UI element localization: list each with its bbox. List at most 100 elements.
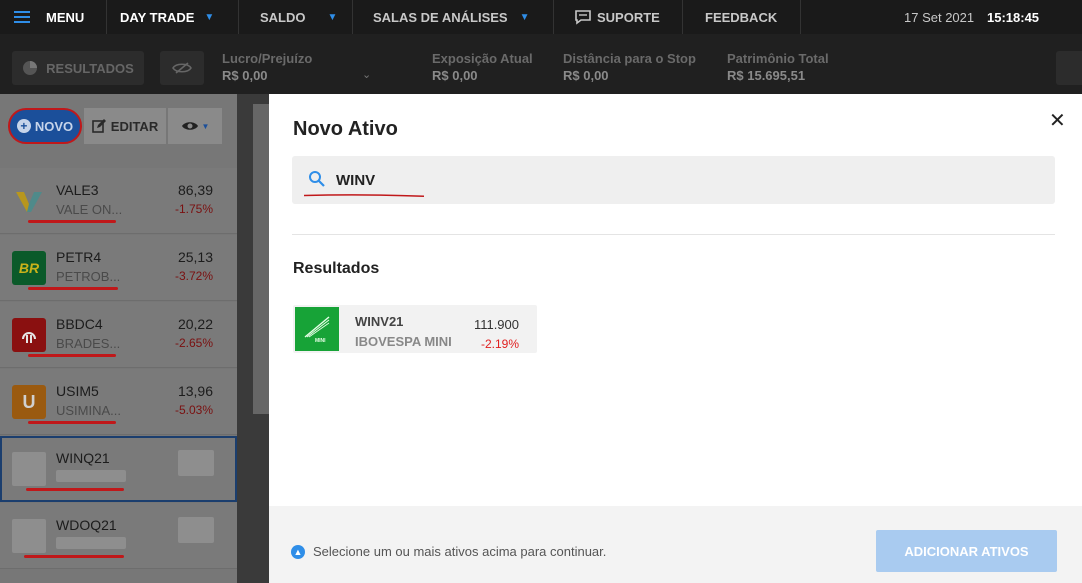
adicionar-ativos-button[interactable]: ADICIONAR ATIVOS (876, 530, 1057, 572)
asset-name: VALE ON... (56, 202, 123, 217)
distancia-stat: Distância para o Stop R$ 0,00 (563, 51, 696, 83)
mini-index-logo-icon: MINI (295, 307, 339, 351)
chevron-up-icon: ▲ (291, 544, 305, 559)
result-ticker: WINV21 (355, 314, 404, 329)
asset-change: -5.03% (174, 403, 213, 417)
list-item[interactable]: BR PETR4 PETROB... 25,13 -3.72% (0, 235, 237, 301)
saldo-dropdown[interactable]: SALDO ▼ (260, 0, 337, 34)
salas-dropdown[interactable]: SALAS DE ANÁLISES ▼ (373, 0, 530, 34)
lucro-label: Lucro/Prejuízo (222, 51, 313, 66)
logo-text: MINI (315, 338, 326, 344)
patrimonio-label: Patrimônio Total (727, 51, 829, 66)
red-underline-annotation (26, 488, 124, 491)
usiminas-logo-icon: U (12, 385, 46, 419)
distancia-value: R$ 0,00 (563, 68, 609, 83)
chevron-down-icon: ▼ (327, 11, 338, 23)
vale-logo-icon (12, 184, 46, 218)
red-underline-annotation (28, 287, 118, 290)
eye-icon (181, 122, 198, 130)
patrimonio-stat: Patrimônio Total R$ 15.695,51 (727, 51, 829, 83)
asset-ticker: VALE3 (56, 182, 99, 198)
results-heading: Resultados (293, 260, 380, 277)
list-item[interactable]: BBDC4 BRADES... 20,22 -2.65% (0, 302, 237, 368)
red-underline-annotation (28, 354, 116, 357)
day-trade-label: DAY TRADE (120, 9, 195, 25)
exposicao-label: Exposição Atual (432, 51, 533, 66)
exposicao-value: R$ 0,00 (432, 68, 478, 83)
hide-values-button[interactable] (160, 51, 204, 85)
chevron-down-icon[interactable]: ⌄ (362, 68, 371, 81)
exposicao-stat: Exposição Atual R$ 0,00 (432, 51, 533, 83)
feedback-label: FEEDBACK (705, 9, 778, 25)
edit-icon (91, 119, 106, 133)
resultados-label: RESULTADOS (46, 60, 134, 76)
asset-price: 20,22 (177, 316, 213, 332)
salas-label: SALAS DE ANÁLISES (373, 9, 508, 25)
search-input[interactable] (336, 166, 936, 194)
view-options-button[interactable]: ▼ (168, 108, 222, 144)
lucro-value: R$ 0,00 (222, 68, 268, 83)
eye-slash-icon (172, 62, 192, 74)
chevron-down-icon: ▼ (204, 11, 215, 23)
result-price: 111.900 (473, 317, 519, 332)
list-item[interactable]: U USIM5 USIMINA... 13,96 -5.03% (0, 369, 237, 435)
dialog-title: Novo Ativo (293, 118, 398, 140)
distancia-label: Distância para o Stop (563, 51, 696, 66)
resultados-button[interactable]: RESULTADOS (12, 51, 144, 85)
menu-button[interactable]: MENU (14, 0, 84, 34)
asset-logo-placeholder (12, 519, 46, 553)
pie-chart-icon (23, 61, 38, 75)
asset-price: 25,13 (177, 249, 213, 265)
red-underline-annotation (28, 220, 116, 223)
divider (292, 234, 1055, 235)
novo-ativo-dialog: Novo Ativo ✕ Resultados MINI WINV21 IBOV… (269, 94, 1082, 583)
suporte-button[interactable]: SUPORTE (575, 0, 660, 34)
asset-price: 13,96 (177, 383, 213, 399)
suporte-label: SUPORTE (597, 9, 660, 25)
search-icon (309, 171, 325, 187)
hint-text: ▲ Selecione um ou mais ativos acima para… (291, 544, 606, 559)
asset-ticker: WINQ21 (56, 450, 110, 466)
menu-label: MENU (46, 9, 85, 25)
day-trade-dropdown[interactable]: DAY TRADE ▼ (120, 0, 214, 34)
novo-label: NOVO (34, 118, 74, 134)
clock: 15:18:45 (987, 9, 1040, 25)
chart-area-dimmed (237, 94, 269, 583)
red-underline-annotation (28, 421, 116, 424)
list-item[interactable]: VALE3 VALE ON... 86,39 -1.75% (0, 168, 237, 234)
editar-button[interactable]: EDITAR (84, 108, 166, 144)
asset-change: -1.75% (174, 202, 213, 216)
lucro-stat: Lucro/Prejuízo R$ 0,00 (222, 51, 312, 83)
asset-change: -2.65% (174, 336, 213, 350)
result-change: -2.19% (480, 337, 519, 351)
grid-icon[interactable] (1056, 51, 1082, 85)
novo-button[interactable]: + NOVO (8, 108, 82, 144)
loading-placeholder (56, 537, 126, 549)
dialog-footer: ▲ Selecione um ou mais ativos acima para… (269, 506, 1082, 583)
patrimonio-value: R$ 15.695,51 (727, 68, 806, 83)
asset-name: BRADES... (56, 336, 121, 351)
asset-ticker: USIM5 (56, 383, 99, 399)
loading-placeholder (56, 470, 126, 482)
asset-price: 86,39 (177, 182, 213, 198)
close-icon[interactable]: ✕ (1049, 108, 1066, 133)
asset-ticker: WDOQ21 (56, 517, 117, 533)
list-item[interactable]: WDOQ21 (0, 503, 237, 569)
hamburger-icon (14, 11, 30, 23)
list-item[interactable]: WINQ21 (0, 436, 237, 502)
bradesco-logo-icon (12, 318, 46, 352)
chevron-down-icon: ▼ (201, 121, 210, 131)
search-box (292, 156, 1055, 204)
asset-change: -3.72% (174, 269, 213, 283)
top-nav: MENU DAY TRADE ▼ SALDO ▼ SALAS DE ANÁLIS… (0, 0, 1082, 34)
loading-placeholder (178, 450, 214, 476)
asset-ticker: BBDC4 (56, 316, 103, 332)
red-underline-annotation (24, 555, 124, 558)
loading-placeholder (178, 517, 214, 543)
petrobras-logo-icon: BR (12, 251, 46, 285)
chat-icon (575, 9, 591, 25)
asset-name: PETROB... (56, 269, 121, 284)
search-result-item[interactable]: MINI WINV21 IBOVESPA MINI 111.900 -2.19% (293, 305, 537, 353)
feedback-button[interactable]: FEEDBACK (705, 0, 777, 34)
hint-label: Selecione um ou mais ativos acima para c… (313, 544, 607, 559)
